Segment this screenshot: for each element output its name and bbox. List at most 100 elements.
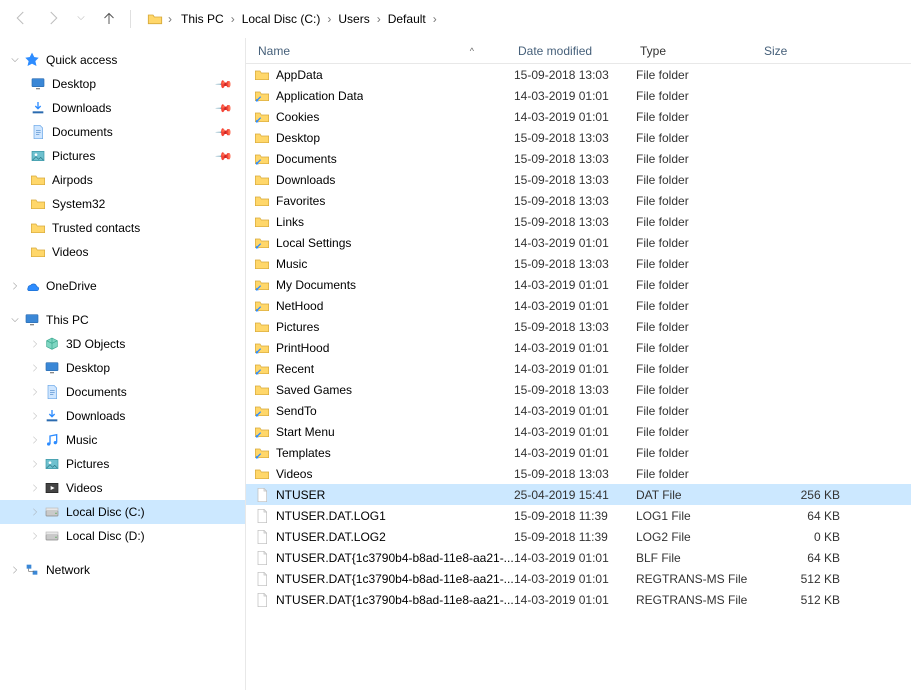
chevron-right-icon[interactable]: › <box>430 12 440 26</box>
caret-right-icon[interactable] <box>30 531 40 541</box>
file-row[interactable]: Documents15-09-2018 13:03File folder <box>246 148 911 169</box>
sidebar-item[interactable]: Downloads📌 <box>0 96 245 120</box>
folder-icon <box>254 214 270 230</box>
chevron-right-icon[interactable]: › <box>165 12 175 26</box>
file-row[interactable]: AppData15-09-2018 13:03File folder <box>246 64 911 85</box>
sidebar-item[interactable]: Desktop <box>0 356 245 380</box>
sidebar-item[interactable]: Downloads <box>0 404 245 428</box>
column-header-name[interactable]: Name ^ <box>254 38 514 63</box>
file-row[interactable]: NTUSER.DAT{1c3790b4-b8ad-11e8-aa21-...14… <box>246 589 911 610</box>
file-row[interactable]: Videos15-09-2018 13:03File folder <box>246 463 911 484</box>
sidebar-item[interactable]: System32 <box>0 192 245 216</box>
caret-down-icon[interactable] <box>10 315 20 325</box>
caret-right-icon[interactable] <box>30 339 40 349</box>
caret-right-icon[interactable] <box>30 435 40 445</box>
file-date: 14-03-2019 01:01 <box>514 236 636 250</box>
file-row[interactable]: Cookies14-03-2019 01:01File folder <box>246 106 911 127</box>
caret-right-icon[interactable] <box>10 281 20 291</box>
file-type: File folder <box>636 383 760 397</box>
folder-icon <box>30 196 46 212</box>
breadcrumb[interactable]: › This PC›Local Disc (C:)›Users›Default› <box>143 7 899 31</box>
file-size: 64 KB <box>760 551 850 565</box>
file-row[interactable]: NTUSER.DAT.LOG215-09-2018 11:39LOG2 File… <box>246 526 911 547</box>
sidebar-item[interactable]: Documents <box>0 380 245 404</box>
file-row[interactable]: PrintHood14-03-2019 01:01File folder <box>246 337 911 358</box>
sidebar-onedrive[interactable]: OneDrive <box>0 274 245 298</box>
file-row[interactable]: Recent14-03-2019 01:01File folder <box>246 358 911 379</box>
file-row[interactable]: My Documents14-03-2019 01:01File folder <box>246 274 911 295</box>
sidebar-item-label: Videos <box>64 481 102 495</box>
breadcrumb-item[interactable]: This PC <box>177 10 228 28</box>
caret-right-icon[interactable] <box>30 459 40 469</box>
caret-right-icon[interactable] <box>30 411 40 421</box>
caret-right-icon[interactable] <box>30 483 40 493</box>
back-button[interactable] <box>12 9 30 30</box>
sidebar-item[interactable]: Desktop📌 <box>0 72 245 96</box>
sidebar-item[interactable]: Local Disc (D:) <box>0 524 245 548</box>
file-date: 14-03-2019 01:01 <box>514 110 636 124</box>
file-list[interactable]: AppData15-09-2018 13:03File folderApplic… <box>246 64 911 610</box>
folder-icon <box>254 172 270 188</box>
sidebar-item-label: Desktop <box>50 77 96 91</box>
sidebar-this-pc[interactable]: This PC <box>0 308 245 332</box>
file-row[interactable]: Start Menu14-03-2019 01:01File folder <box>246 421 911 442</box>
sidebar-network[interactable]: Network <box>0 558 245 582</box>
breadcrumb-item[interactable]: Local Disc (C:) <box>238 10 325 28</box>
file-row[interactable]: Links15-09-2018 13:03File folder <box>246 211 911 232</box>
file-row[interactable]: NTUSER.DAT{1c3790b4-b8ad-11e8-aa21-...14… <box>246 568 911 589</box>
caret-down-icon[interactable] <box>10 55 20 65</box>
file-row[interactable]: Downloads15-09-2018 13:03File folder <box>246 169 911 190</box>
drive-icon <box>44 504 60 520</box>
file-row[interactable]: NTUSER25-04-2019 15:41DAT File256 KB <box>246 484 911 505</box>
sidebar-item[interactable]: Videos <box>0 240 245 264</box>
file-row[interactable]: NTUSER.DAT.LOG115-09-2018 11:39LOG1 File… <box>246 505 911 526</box>
caret-right-icon[interactable] <box>30 387 40 397</box>
file-row[interactable]: Desktop15-09-2018 13:03File folder <box>246 127 911 148</box>
breadcrumb-item[interactable]: Default <box>384 10 430 28</box>
file-row[interactable]: Templates14-03-2019 01:01File folder <box>246 442 911 463</box>
caret-right-icon[interactable] <box>10 565 20 575</box>
caret-right-icon[interactable] <box>30 507 40 517</box>
file-size: 0 KB <box>760 530 850 544</box>
sidebar-item[interactable]: Pictures <box>0 452 245 476</box>
up-button[interactable] <box>100 9 118 30</box>
column-header-date[interactable]: Date modified <box>514 38 636 63</box>
chevron-right-icon[interactable]: › <box>324 12 334 26</box>
column-header-size[interactable]: Size <box>760 38 850 63</box>
sidebar-item[interactable]: Airpods <box>0 168 245 192</box>
sidebar-item[interactable]: Videos <box>0 476 245 500</box>
file-row[interactable]: Saved Games15-09-2018 13:03File folder <box>246 379 911 400</box>
sidebar-item-label: Local Disc (D:) <box>64 529 145 543</box>
column-header-type[interactable]: Type <box>636 38 760 63</box>
file-date: 15-09-2018 13:03 <box>514 257 636 271</box>
file-type: DAT File <box>636 488 760 502</box>
file-row[interactable]: SendTo14-03-2019 01:01File folder <box>246 400 911 421</box>
sidebar-item[interactable]: Pictures📌 <box>0 144 245 168</box>
column-headers: Name ^ Date modified Type Size <box>246 38 911 64</box>
file-name: NTUSER.DAT.LOG2 <box>276 530 386 544</box>
recent-menu[interactable] <box>76 12 86 26</box>
folder-link-icon <box>254 361 270 377</box>
sidebar[interactable]: Quick access Desktop📌Downloads📌Documents… <box>0 38 246 690</box>
file-row[interactable]: NTUSER.DAT{1c3790b4-b8ad-11e8-aa21-...14… <box>246 547 911 568</box>
breadcrumb-item[interactable]: Users <box>334 10 373 28</box>
sidebar-item[interactable]: Documents📌 <box>0 120 245 144</box>
caret-right-icon[interactable] <box>30 363 40 373</box>
sidebar-item[interactable]: Local Disc (C:) <box>0 500 245 524</box>
file-row[interactable]: Application Data14-03-2019 01:01File fol… <box>246 85 911 106</box>
folder-link-icon <box>254 109 270 125</box>
sidebar-quick-access[interactable]: Quick access <box>0 48 245 72</box>
file-row[interactable]: Local Settings14-03-2019 01:01File folde… <box>246 232 911 253</box>
file-row[interactable]: Pictures15-09-2018 13:03File folder <box>246 316 911 337</box>
forward-button[interactable] <box>44 9 62 30</box>
this-pc-icon <box>24 312 40 328</box>
chevron-right-icon[interactable]: › <box>374 12 384 26</box>
folder-icon <box>254 466 270 482</box>
chevron-right-icon[interactable]: › <box>228 12 238 26</box>
sidebar-item[interactable]: 3D Objects <box>0 332 245 356</box>
sidebar-item[interactable]: Music <box>0 428 245 452</box>
file-row[interactable]: Music15-09-2018 13:03File folder <box>246 253 911 274</box>
file-row[interactable]: NetHood14-03-2019 01:01File folder <box>246 295 911 316</box>
file-row[interactable]: Favorites15-09-2018 13:03File folder <box>246 190 911 211</box>
sidebar-item[interactable]: Trusted contacts <box>0 216 245 240</box>
